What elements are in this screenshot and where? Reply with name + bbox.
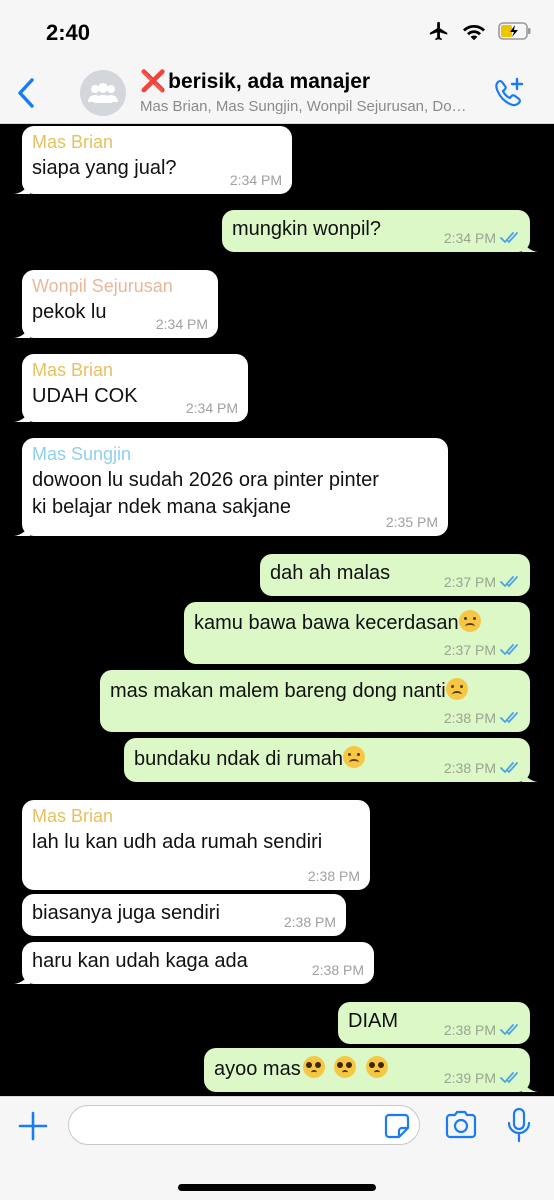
message-text-line: ki belajar ndek mana sakjane [32,496,292,518]
back-chevron-icon[interactable] [12,76,42,110]
message-bubble[interactable]: mas makan malem bareng dong nanti 2:38 P… [100,670,530,732]
pleading-face-icon [302,1056,325,1078]
message-time: 2:34 PM [444,230,520,246]
group-members[interactable]: Mas Brian, Mas Sungjin, Wonpil Sejurusan… [140,98,475,115]
read-ticks-icon [500,762,518,774]
sender-name: Mas Brian [32,360,114,380]
message-time: 2:37 PM [444,574,520,590]
message-list[interactable]: Mas Brian siapa yang jual? 2:34 PM mungk… [0,124,554,1096]
message-bubble[interactable]: Mas Brian UDAH COK 2:34 PM [14,354,248,422]
bubble-tail [14,324,30,338]
sender-name: Mas Brian [32,132,114,152]
microphone-icon[interactable] [506,1107,532,1143]
message-bubble[interactable]: bundaku ndak di rumah 2:38 PM [124,738,538,782]
wifi-icon [463,25,485,41]
message-bubble[interactable]: ayoo mas 2:39 PM [204,1048,538,1092]
read-ticks-icon [500,644,518,656]
read-ticks-icon [500,1024,518,1036]
message-time: 2:39 PM [444,1070,520,1086]
group-title[interactable]: ❌berisik, ada manajer [140,70,370,94]
chat-header: ❌berisik, ada manajer Mas Brian, Mas Sun… [0,62,554,124]
message-time: 2:34 PM [229,172,282,188]
group-avatar[interactable] [80,70,126,116]
read-ticks-icon [500,1072,518,1084]
sender-name: Mas Sungjin [32,444,132,464]
message-bubble[interactable]: Mas Brian lah lu kan udh ada rumah sendi… [22,800,370,890]
read-ticks-icon [500,232,518,244]
message-bubble[interactable]: biasanya juga sendiri 2:38 PM [22,894,346,936]
bubble-tail [522,238,538,252]
message-time: 2:37 PM [444,642,520,658]
slightly-frowning-face-icon [458,610,481,632]
group-people-icon [88,83,118,103]
add-call-icon[interactable] [490,76,526,112]
bubble-tail [14,408,30,422]
message-time: 2:38 PM [444,760,520,776]
sender-name: Wonpil Sejurusan [32,276,173,296]
message-time: 2:35 PM [385,514,438,530]
plus-icon[interactable] [18,1111,48,1141]
message-bubble[interactable]: kamu bawa bawa kecerdasan 2:37 PM [184,602,530,664]
camera-icon[interactable] [444,1110,478,1140]
bubble-tail [14,522,30,536]
sender-name: Mas Brian [32,806,114,826]
message-bubble[interactable]: haru kan udah kaga ada 2:38 PM [14,942,374,984]
cross-mark-icon: ❌ [140,70,167,93]
status-bar: 2:40 [0,0,554,62]
message-time: 2:34 PM [155,316,208,332]
home-indicator[interactable] [178,1184,376,1191]
message-time: 2:34 PM [185,400,238,416]
message-bubble[interactable]: Mas Sungjin dowoon lu sudah 2026 ora pin… [14,438,448,536]
sticker-icon[interactable] [384,1113,410,1139]
message-time: 2:38 PM [283,914,336,930]
airplane-mode-icon [429,21,448,41]
message-time: 2:38 PM [311,962,364,978]
message-text: lah lu kan udh ada rumah sendiri [32,831,323,853]
read-ticks-icon [500,712,518,724]
pleading-face-icon [365,1056,388,1078]
message-bubble[interactable]: mungkin wonpil? 2:34 PM [222,210,538,252]
bubble-tail [522,768,538,782]
message-bubble[interactable]: Wonpil Sejurusan pekok lu 2:34 PM [14,270,218,338]
frowning-face-icon [445,678,468,700]
frowning-face-icon [343,746,366,768]
pleading-face-icon [334,1056,357,1078]
battery-charging-icon [498,22,531,40]
read-ticks-icon [500,576,518,588]
message-bubble[interactable]: Mas Brian siapa yang jual? 2:34 PM [14,126,292,194]
group-name: berisik, ada manajer [168,70,371,93]
message-text-line: dowoon lu sudah 2026 ora pinter pinter [32,469,379,491]
message-bubble[interactable]: dah ah malas 2:37 PM [260,554,530,596]
message-time: 2:38 PM [444,710,520,726]
message-text: mas makan malem bareng dong nanti [110,678,520,703]
bubble-tail [522,1078,538,1092]
message-input[interactable] [68,1105,420,1145]
bubble-tail [14,180,30,194]
message-time: 2:38 PM [307,868,360,884]
message-text: kamu bawa bawa kecerdasan [194,610,520,635]
status-icons [428,20,532,42]
status-time: 2:40 [46,20,91,45]
message-bubble[interactable]: DIAM 2:38 PM [338,1002,530,1044]
message-time: 2:38 PM [444,1022,520,1038]
bubble-tail [14,970,30,984]
